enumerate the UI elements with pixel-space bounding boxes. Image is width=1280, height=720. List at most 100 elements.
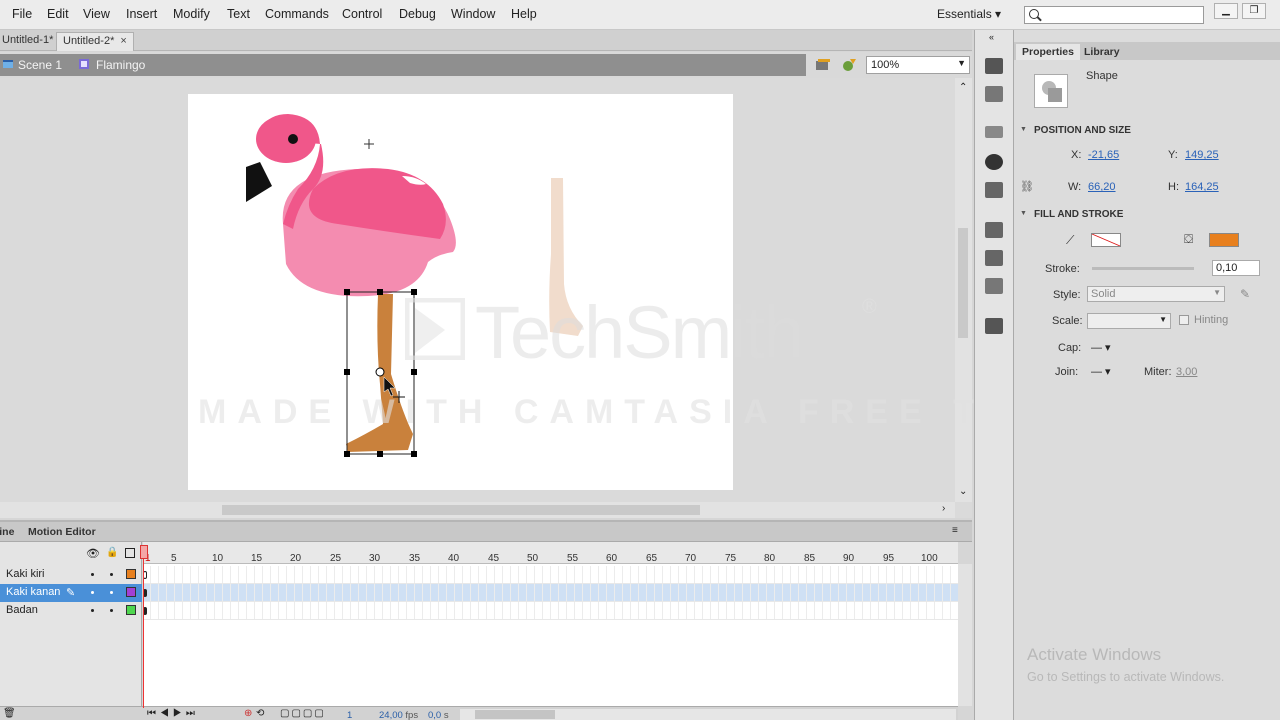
lock-ratio-icon[interactable]: ⛓ (1020, 180, 1034, 193)
scrollbar-thumb[interactable] (222, 505, 700, 515)
tab-untitled-1[interactable]: Untitled-1* (0, 32, 59, 51)
tab-timeline[interactable]: Timeline (0, 526, 14, 538)
workspace-switcher[interactable]: Essentials ▾ (937, 7, 1001, 21)
vertical-scrollbar[interactable]: ⌃ ⌄ (955, 78, 972, 502)
collapse-icon[interactable]: « (989, 32, 994, 42)
stroke-color-swatch[interactable] (1091, 233, 1121, 247)
restore-button[interactable]: ❐ (1242, 3, 1266, 19)
frame-number: 65 (646, 553, 658, 564)
menu-view[interactable]: View (83, 7, 110, 21)
scene-panel-icon[interactable] (985, 318, 1003, 334)
w-value[interactable]: 66,20 (1088, 181, 1116, 193)
edit-symbols-icon[interactable] (840, 57, 858, 73)
menu-commands[interactable]: Commands (265, 7, 329, 21)
scale-select[interactable]: ▼ (1087, 313, 1171, 329)
menu-help[interactable]: Help (511, 7, 537, 21)
onion-skin-icons[interactable]: ▢▢▢▢ (280, 708, 326, 719)
minimize-button[interactable]: ▁ (1214, 3, 1238, 19)
align-icon[interactable] (985, 126, 1003, 138)
layer-color-swatch[interactable] (126, 587, 136, 597)
frame-row[interactable] (143, 602, 958, 620)
menu-insert[interactable]: Insert (126, 7, 157, 21)
menu-edit[interactable]: Edit (47, 7, 69, 21)
section-position-size[interactable]: POSITION AND SIZE (1014, 122, 1280, 140)
tab-properties[interactable]: Properties (1016, 44, 1080, 60)
edit-stroke-style-icon[interactable]: ✎ (1240, 287, 1250, 301)
layer-row-selected[interactable]: Kaki kanan ✎ (0, 584, 142, 602)
breadcrumb-symbol[interactable]: Flamingo (96, 58, 145, 72)
horizontal-scrollbar[interactable]: › (0, 502, 955, 518)
edit-scene-icon[interactable] (814, 57, 832, 73)
miter-value[interactable]: 3,00 (1176, 366, 1197, 378)
frame-row[interactable] (143, 566, 958, 584)
info-icon[interactable] (985, 154, 1003, 170)
trash-icon[interactable]: 🗑 (3, 708, 16, 719)
playhead[interactable] (140, 545, 148, 559)
menu-modify[interactable]: Modify (173, 7, 210, 21)
tab-untitled-2[interactable]: Untitled-2* × (56, 32, 134, 51)
breadcrumb-scene[interactable]: Scene 1 (18, 58, 62, 72)
playback-controls[interactable]: ⏮◀▶⏭ (147, 708, 199, 719)
chevron-right-icon[interactable]: › (942, 503, 945, 514)
eye-icon[interactable]: 👁 (86, 547, 100, 560)
code-snippets-icon[interactable] (985, 222, 1003, 238)
lock-dot[interactable] (110, 573, 113, 576)
visibility-dot[interactable] (91, 609, 94, 612)
style-select[interactable]: Solid ▼ (1087, 286, 1225, 302)
color-swatches-icon[interactable] (985, 86, 1003, 102)
section-fill-stroke[interactable]: FILL AND STROKE (1014, 206, 1280, 224)
scrollbar-thumb[interactable] (475, 710, 555, 719)
loop-icon[interactable]: ⟲ (256, 708, 264, 719)
menu-debug[interactable]: Debug (399, 7, 436, 21)
menu-control[interactable]: Control (342, 7, 382, 21)
zoom-select[interactable]: 100% ▼ (866, 56, 970, 74)
lock-icon[interactable]: 🔒 (106, 547, 118, 558)
lock-dot[interactable] (110, 609, 113, 612)
frame-ruler[interactable]: 1 5 10 15 20 25 30 35 40 45 50 55 60 65 … (143, 542, 958, 564)
motion-icon[interactable] (985, 278, 1003, 294)
timeline-horizontal-scrollbar[interactable] (460, 709, 956, 720)
search-input[interactable] (1024, 6, 1204, 24)
chevron-down-icon[interactable]: ⌄ (959, 486, 967, 497)
visibility-dot[interactable] (91, 591, 94, 594)
frame-grid[interactable]: 1 5 10 15 20 25 30 35 40 45 50 55 60 65 … (143, 542, 958, 712)
scrollbar-thumb[interactable] (958, 228, 968, 338)
layer-row[interactable]: Badan (0, 602, 142, 620)
current-frame[interactable]: 1 (347, 710, 352, 720)
join-select[interactable]: — ▾ (1091, 365, 1111, 378)
tab-label: Untitled-2* (63, 35, 115, 47)
motion-presets-icon[interactable] (985, 58, 1003, 74)
x-value[interactable]: -21,65 (1088, 149, 1119, 161)
stroke-slider[interactable] (1092, 267, 1194, 270)
y-value[interactable]: 149,25 (1185, 149, 1219, 161)
tab-motion-editor[interactable]: Motion Editor (28, 526, 96, 538)
frame-rate[interactable]: 24,00 fps (379, 710, 418, 720)
center-frame-icon[interactable]: ⊕ (244, 708, 252, 719)
layer-color-swatch[interactable] (126, 605, 136, 615)
timeline-vertical-scrollbar[interactable] (958, 564, 972, 706)
menu-file[interactable]: File (12, 7, 32, 21)
stroke-input[interactable]: 0,10 (1212, 260, 1260, 276)
frame-row[interactable] (143, 584, 958, 602)
tab-library[interactable]: Library (1078, 44, 1126, 60)
transform-icon[interactable] (985, 182, 1003, 198)
outline-icon[interactable] (125, 548, 135, 558)
fill-color-swatch[interactable] (1209, 233, 1239, 247)
transform-point[interactable] (375, 367, 385, 377)
panel-menu-icon[interactable]: ≡ (952, 525, 958, 536)
hinting-checkbox[interactable] (1179, 315, 1189, 325)
components-icon[interactable] (985, 250, 1003, 266)
menu-text[interactable]: Text (227, 7, 250, 21)
menu-window[interactable]: Window (451, 7, 495, 21)
close-icon[interactable]: × (120, 35, 126, 47)
lock-dot[interactable] (110, 591, 113, 594)
layer-row[interactable]: Kaki kiri (0, 566, 142, 584)
cap-select[interactable]: — ▾ (1091, 341, 1111, 354)
chevron-up-icon[interactable]: ⌃ (959, 82, 967, 93)
layer-name: Kaki kiri (6, 568, 45, 580)
frame-number: 35 (409, 553, 421, 564)
stroke-label: Stroke: (1045, 263, 1080, 275)
layer-color-swatch[interactable] (126, 569, 136, 579)
h-value[interactable]: 164,25 (1185, 181, 1219, 193)
visibility-dot[interactable] (91, 573, 94, 576)
